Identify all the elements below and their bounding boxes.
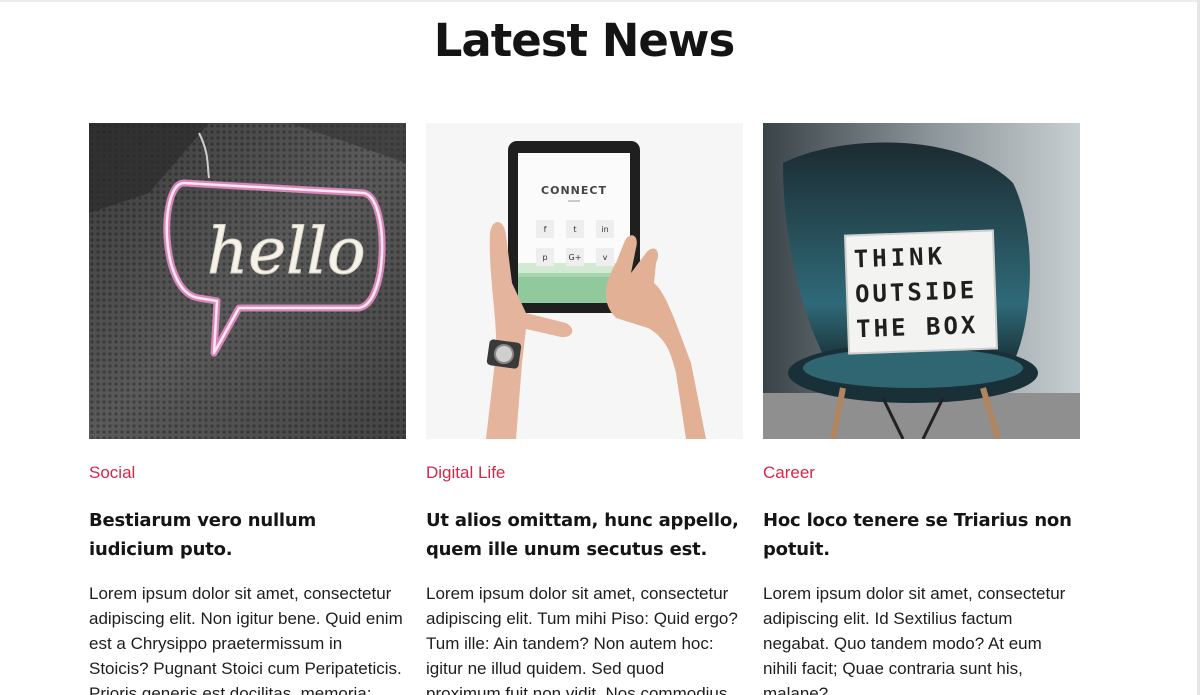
- news-card: hello Social Bestiarum vero nullum iudic…: [89, 123, 406, 695]
- article-headline[interactable]: Bestiarum vero nullum iudicium puto.: [89, 506, 406, 564]
- category-link[interactable]: Career: [763, 463, 815, 483]
- card-image-hello-neon[interactable]: hello: [89, 123, 406, 439]
- svg-text:G+: G+: [569, 253, 582, 262]
- article-headline[interactable]: Ut alios omittam, hunc appello, quem ill…: [426, 506, 743, 564]
- news-card: THINK OUTSIDE THE BOX Career Hoc loco te…: [763, 123, 1080, 695]
- top-border: [0, 0, 1197, 2]
- article-excerpt: Lorem ipsum dolor sit amet, consectetur …: [426, 584, 738, 695]
- lightbox-line-3: THE BOX: [856, 311, 979, 343]
- section-title: Latest News: [433, 14, 736, 67]
- category-link[interactable]: Digital Life: [426, 463, 505, 483]
- svg-text:v: v: [603, 253, 608, 262]
- card-image-think-outside-box[interactable]: THINK OUTSIDE THE BOX: [763, 123, 1080, 439]
- svg-text:in: in: [601, 225, 608, 234]
- neon-hello-text: hello: [207, 215, 366, 289]
- svg-text:p: p: [542, 253, 547, 262]
- lightbox-line-1: THINK: [853, 242, 946, 273]
- card-image-tablet-connect[interactable]: CONNECT f t in p G+ v: [426, 123, 743, 439]
- article-excerpt: Lorem ipsum dolor sit amet, consectetur …: [89, 584, 403, 695]
- article-headline[interactable]: Hoc loco tenere se Triarius non potuit.: [763, 506, 1080, 564]
- lightbox-line-2: OUTSIDE: [855, 276, 978, 308]
- news-grid: hello Social Bestiarum vero nullum iudic…: [89, 123, 1080, 695]
- article-excerpt: Lorem ipsum dolor sit amet, consectetur …: [763, 584, 1066, 695]
- svg-text:f: f: [544, 225, 547, 234]
- news-card: CONNECT f t in p G+ v Digital Life Ut al…: [426, 123, 743, 695]
- svg-text:t: t: [573, 225, 576, 234]
- screen-connect-text: CONNECT: [541, 184, 607, 197]
- category-link[interactable]: Social: [89, 463, 135, 483]
